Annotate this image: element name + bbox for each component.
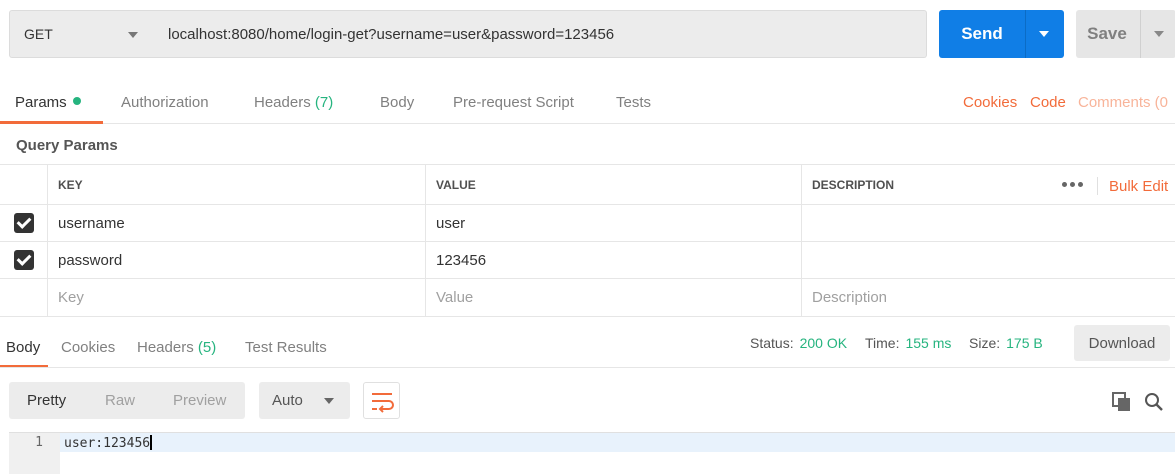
download-button[interactable]: Download (1074, 325, 1170, 361)
param-value-input[interactable]: user (425, 205, 801, 241)
method-label: GET (24, 26, 53, 42)
row-checkbox[interactable] (13, 250, 34, 270)
search-icon[interactable] (1144, 392, 1164, 412)
save-button-label: Save (1087, 24, 1127, 43)
size-value: 175 B (1006, 335, 1043, 351)
view-mode-raw[interactable]: Raw (105, 392, 135, 409)
view-mode-pretty[interactable]: Pretty (27, 392, 66, 409)
response-tab-headers-label: Headers (137, 339, 194, 356)
table-header-row: KEY VALUE DESCRIPTION Bulk Edit (0, 164, 1175, 205)
chevron-down-icon (324, 398, 334, 404)
column-header-description-label: DESCRIPTION (812, 177, 895, 192)
param-key-input[interactable]: password (47, 242, 425, 278)
tab-headers[interactable]: Headers (7) (254, 94, 333, 111)
response-tab-headers[interactable]: Headers (5) (137, 339, 216, 356)
active-tab-underline (0, 121, 103, 124)
text-cursor (150, 435, 153, 450)
editor-line: user:123456 (64, 435, 153, 451)
param-description-input[interactable] (801, 205, 1175, 241)
code-link[interactable]: Code (1030, 94, 1066, 111)
active-line-highlight (60, 433, 1175, 452)
send-button-label: Send (961, 24, 1003, 43)
tab-authorization[interactable]: Authorization (121, 94, 209, 111)
table-row: username user (0, 205, 1175, 242)
row-checkbox-cell (0, 242, 47, 278)
url-input[interactable]: localhost:8080/home/login-get?username=u… (154, 10, 927, 58)
tab-params-label: Params (15, 94, 67, 111)
status-label: Status: (750, 335, 794, 351)
wrap-lines-button[interactable] (363, 382, 400, 419)
tab-params[interactable]: Params (15, 94, 81, 111)
comments-link[interactable]: Comments (0 (1078, 94, 1168, 111)
bulk-edit-link[interactable]: Bulk Edit (1109, 178, 1168, 195)
view-mode-preview[interactable]: Preview (173, 392, 226, 409)
column-header-key: KEY (47, 165, 425, 204)
row-checkbox-cell (0, 279, 47, 316)
url-text: localhost:8080/home/login-get?username=u… (168, 25, 615, 43)
format-select-value: Auto (272, 392, 303, 409)
params-active-dot-icon (72, 97, 81, 105)
tab-prerequest-script[interactable]: Pre-request Script (453, 94, 574, 111)
response-body-editor[interactable]: 1 user:123456 (9, 432, 1175, 474)
column-header-value: VALUE (425, 165, 801, 204)
new-value-input[interactable]: Value (425, 279, 801, 316)
line-number: 1 (35, 435, 43, 450)
size-readout: Size: 175 B (969, 335, 1043, 351)
table-row-new: Key Value Description (0, 279, 1175, 317)
format-select[interactable]: Auto (259, 382, 350, 419)
query-params-title: Query Params (16, 137, 118, 154)
method-select[interactable]: GET (9, 10, 155, 58)
save-button[interactable]: Save (1076, 10, 1175, 58)
tab-body[interactable]: Body (380, 94, 414, 111)
status-value: 200 OK (799, 335, 848, 351)
response-tab-headers-count: (5) (197, 339, 217, 356)
more-options-icon[interactable] (1062, 182, 1083, 187)
status-readout: Status: 200 OK (750, 335, 847, 351)
send-button[interactable]: Send (939, 10, 1064, 58)
new-key-input[interactable]: Key (47, 279, 425, 316)
cookies-link[interactable]: Cookies (963, 94, 1017, 111)
copy-icon[interactable] (1112, 392, 1132, 412)
time-label: Time: (865, 335, 900, 351)
param-description-input[interactable] (801, 242, 1175, 278)
bulk-edit-divider (1097, 177, 1098, 195)
tab-headers-count: (7) (314, 94, 334, 111)
response-tab-body[interactable]: Body (6, 339, 40, 356)
row-checkbox[interactable] (13, 213, 34, 233)
table-row: password 123456 (0, 242, 1175, 279)
wrap-lines-icon (372, 393, 394, 413)
tab-headers-label: Headers (254, 94, 311, 111)
param-value-input[interactable]: 123456 (425, 242, 801, 278)
param-key-input[interactable]: username (47, 205, 425, 241)
save-divider (1140, 10, 1141, 58)
size-label: Size: (969, 335, 1001, 351)
response-tab-test-results[interactable]: Test Results (245, 339, 327, 356)
save-dropdown-chevron-icon[interactable] (1154, 31, 1164, 37)
editor-gutter: 1 (9, 433, 60, 474)
response-tabs-divider (0, 367, 1175, 368)
row-checkbox-cell (0, 205, 47, 241)
code-text: user:123456 (64, 436, 151, 451)
response-tab-cookies[interactable]: Cookies (61, 339, 115, 356)
tab-tests[interactable]: Tests (616, 94, 651, 111)
send-dropdown-chevron-icon[interactable] (1039, 31, 1049, 37)
send-divider (1025, 10, 1026, 58)
time-value: 155 ms (905, 335, 952, 351)
new-description-input[interactable]: Description (801, 279, 1175, 316)
chevron-down-icon (128, 32, 138, 38)
time-readout: Time: 155 ms (865, 335, 951, 351)
view-mode-toggle: Pretty Raw Preview (9, 382, 245, 419)
